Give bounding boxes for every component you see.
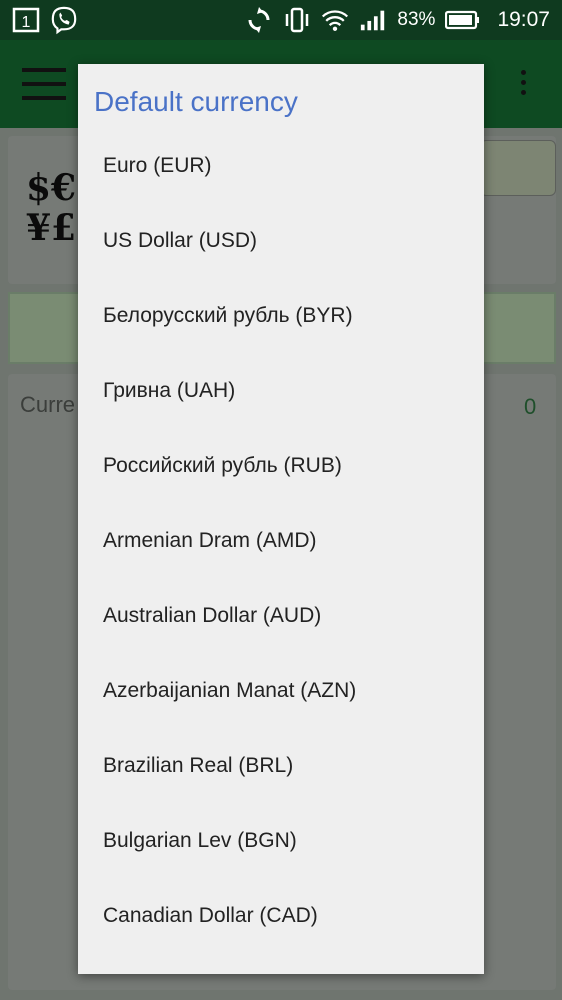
default-currency-dialog: Default currency Euro (EUR) US Dollar (U… (78, 64, 484, 974)
currency-value: 0 (524, 394, 537, 419)
svg-text:1: 1 (22, 14, 31, 31)
dialog-title: Default currency (94, 86, 298, 117)
status-bar: 1 83% 19:07 (0, 0, 562, 40)
currency-option[interactable]: Bulgarian Lev (BGN) (78, 803, 484, 878)
more-options-icon[interactable] (518, 70, 528, 100)
background-button[interactable] (480, 140, 556, 196)
currency-option[interactable]: US Dollar (USD) (78, 203, 484, 278)
notification-badge-icon: 1 (12, 6, 40, 34)
currency-option[interactable]: Brazilian Real (BRL) (78, 728, 484, 803)
currency-option[interactable]: Armenian Dram (AMD) (78, 503, 484, 578)
status-right: 83% 19:07 (245, 6, 550, 34)
currency-option[interactable]: Российский рубль (RUB) (78, 428, 484, 503)
wifi-icon (321, 6, 349, 34)
battery-icon (445, 6, 481, 34)
sync-icon (245, 6, 273, 34)
currency-option[interactable]: Australian Dollar (AUD) (78, 578, 484, 653)
clock: 19:07 (497, 8, 550, 31)
viber-icon (50, 6, 78, 35)
currency-option[interactable]: Гривна (UAH) (78, 353, 484, 428)
currency-symbols-logo: $€ ¥£ (26, 167, 77, 249)
status-left: 1 (12, 6, 78, 35)
battery-percent: 83% (397, 9, 436, 30)
currency-option[interactable]: Canadian Dollar (CAD) (78, 878, 484, 953)
menu-icon[interactable] (22, 68, 66, 100)
currency-option[interactable]: Белорусский рубль (BYR) (78, 278, 484, 353)
vibrate-icon (283, 6, 311, 34)
currency-label: Curre (20, 392, 76, 417)
currency-option[interactable]: Euro (EUR) (78, 128, 484, 203)
currency-option[interactable]: Azerbaijanian Manat (AZN) (78, 653, 484, 728)
currency-options-list: Euro (EUR) US Dollar (USD) Белорусский р… (78, 128, 484, 953)
signal-icon (359, 6, 387, 34)
